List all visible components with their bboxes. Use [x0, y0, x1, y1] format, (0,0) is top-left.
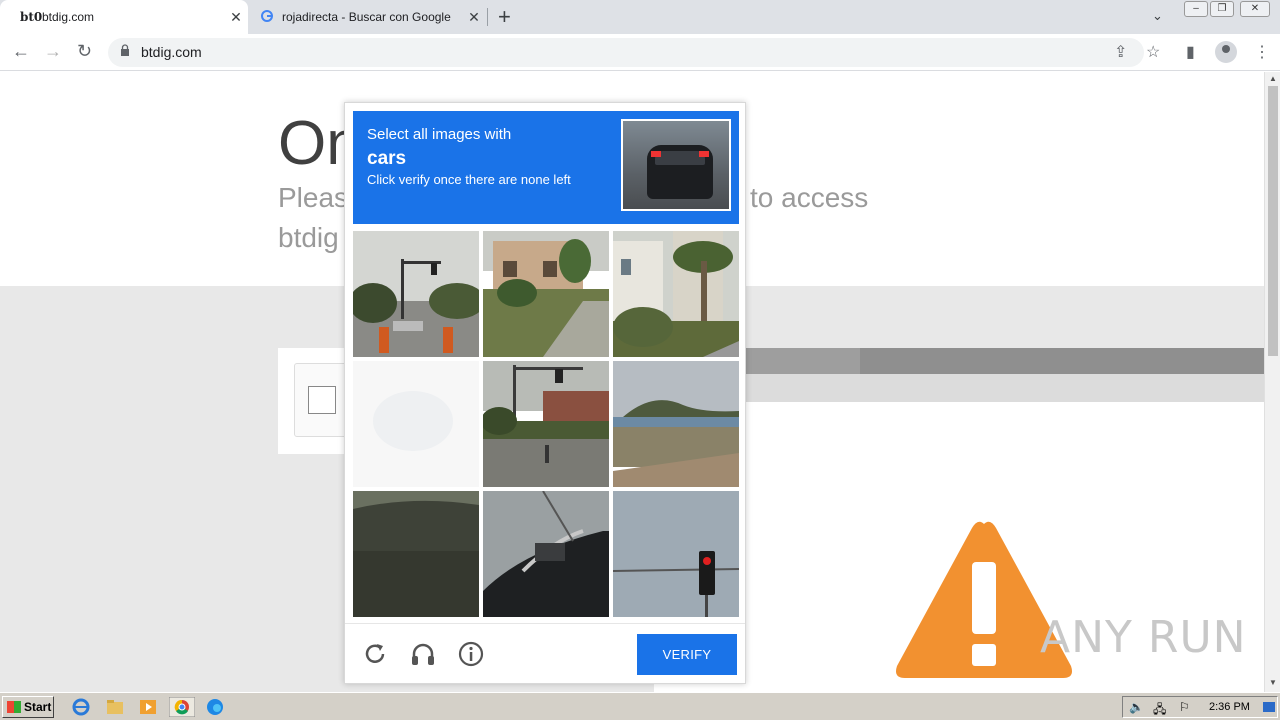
- page-subtext-right: to access: [750, 182, 869, 213]
- tab-close-icon[interactable]: ✕: [462, 9, 486, 26]
- captcha-hint: Click verify once there are none left: [367, 172, 571, 187]
- volume-icon[interactable]: 🔈: [1129, 700, 1144, 714]
- start-button[interactable]: Start: [2, 696, 54, 718]
- forward-icon[interactable]: →: [44, 41, 62, 62]
- scroll-up-arrow-icon[interactable]: ▲: [1269, 74, 1277, 83]
- tab-divider: [487, 8, 488, 26]
- page-subtext: Pleas: [278, 182, 349, 213]
- side-panel-icon[interactable]: ▮: [1186, 42, 1195, 62]
- tab-title: btdig.com: [42, 10, 95, 24]
- close-window-button[interactable]: ✕: [1240, 1, 1270, 17]
- audio-headphones-icon[interactable]: [409, 640, 437, 668]
- minimize-button[interactable]: –: [1184, 1, 1208, 17]
- refresh-icon[interactable]: [361, 640, 389, 668]
- captcha-tile-7[interactable]: [353, 491, 479, 617]
- captcha-instruction: Select all images with: [367, 126, 512, 143]
- vertical-scrollbar[interactable]: ▲ ▼: [1264, 72, 1280, 692]
- captcha-tile-1[interactable]: [353, 231, 479, 357]
- info-icon[interactable]: [457, 640, 485, 668]
- captcha-challenge-dialog: Select all images with cars Click verify…: [344, 102, 746, 684]
- captcha-tile-6[interactable]: [613, 361, 739, 487]
- tab-title: rojadirecta - Buscar con Google: [282, 10, 451, 24]
- tab-google[interactable]: rojadirecta - Buscar con Google ✕: [250, 0, 486, 34]
- scrollbar-thumb[interactable]: [1268, 86, 1278, 356]
- tab-btdig[interactable]: bt0 btdig.com ✕: [0, 0, 248, 34]
- start-label: Start: [24, 700, 52, 714]
- scroll-down-arrow-icon[interactable]: ▼: [1269, 678, 1277, 687]
- light-bar: [740, 374, 1264, 402]
- captcha-prompt-header: Select all images with cars Click verify…: [353, 111, 739, 224]
- profile-avatar[interactable]: [1215, 41, 1237, 63]
- restore-button[interactable]: ❐: [1210, 1, 1234, 17]
- lock-icon: [121, 44, 129, 56]
- show-desktop-icon[interactable]: [1263, 702, 1275, 712]
- reload-icon[interactable]: ↻: [77, 41, 92, 62]
- car-taillight: [651, 151, 661, 157]
- flag-icon[interactable]: ⚐: [1179, 700, 1190, 714]
- media-player-icon[interactable]: [137, 697, 159, 717]
- chrome-icon[interactable]: [169, 697, 195, 717]
- captcha-example-image: [621, 119, 731, 211]
- address-bar[interactable]: btdig.com: [108, 38, 1144, 67]
- network-icon[interactable]: 🖧: [1153, 700, 1166, 720]
- clock: 2:36 PM: [1209, 701, 1250, 713]
- browser-toolbar: ← → ↻ btdig.com ⇪ ☆ ▮ ⋮: [0, 34, 1280, 71]
- new-tab-icon[interactable]: +: [498, 4, 511, 30]
- internet-explorer-icon[interactable]: [70, 697, 92, 717]
- google-icon: [260, 9, 282, 26]
- captcha-footer: VERIFY: [345, 623, 745, 683]
- btdig-favicon-icon: bt0: [20, 10, 43, 24]
- tab-close-icon[interactable]: ✕: [224, 9, 248, 26]
- verify-button[interactable]: VERIFY: [637, 634, 737, 675]
- edge-icon[interactable]: [204, 697, 226, 717]
- captcha-tile-3[interactable]: [613, 231, 739, 357]
- captcha-tile-5[interactable]: [483, 361, 609, 487]
- hcaptcha-checkbox[interactable]: [308, 386, 336, 414]
- captcha-tile-4[interactable]: [353, 361, 479, 487]
- system-tray: 🔈 🖧 ⚐ 2:36 PM: [1122, 696, 1278, 718]
- captcha-tile-2[interactable]: [483, 231, 609, 357]
- captcha-tile-8[interactable]: [483, 491, 609, 617]
- captcha-image-grid: [353, 231, 739, 617]
- captcha-tile-9[interactable]: [613, 491, 739, 617]
- windows-taskbar: Start 🔈 🖧 ⚐ 2:36 PM: [0, 692, 1280, 720]
- page-subtext-line2: btdig: [278, 222, 339, 253]
- bookmark-star-icon[interactable]: ☆: [1146, 42, 1160, 62]
- car-taillight: [699, 151, 709, 157]
- menu-kebab-icon[interactable]: ⋮: [1254, 42, 1270, 62]
- anyrun-watermark: ANY RUN: [1040, 612, 1247, 663]
- gray-bar-dark: [860, 348, 1264, 374]
- tab-search-chevron-icon[interactable]: ⌄: [1152, 8, 1163, 24]
- share-icon[interactable]: ⇪: [1114, 42, 1127, 62]
- back-icon[interactable]: ←: [12, 41, 30, 62]
- tab-strip: bt0 btdig.com ✕ rojadirecta - Buscar con…: [0, 0, 1280, 34]
- windows-logo-icon: [7, 701, 21, 713]
- captcha-target-word: cars: [367, 148, 407, 169]
- url-text: btdig.com: [141, 44, 202, 60]
- file-explorer-icon[interactable]: [104, 697, 126, 717]
